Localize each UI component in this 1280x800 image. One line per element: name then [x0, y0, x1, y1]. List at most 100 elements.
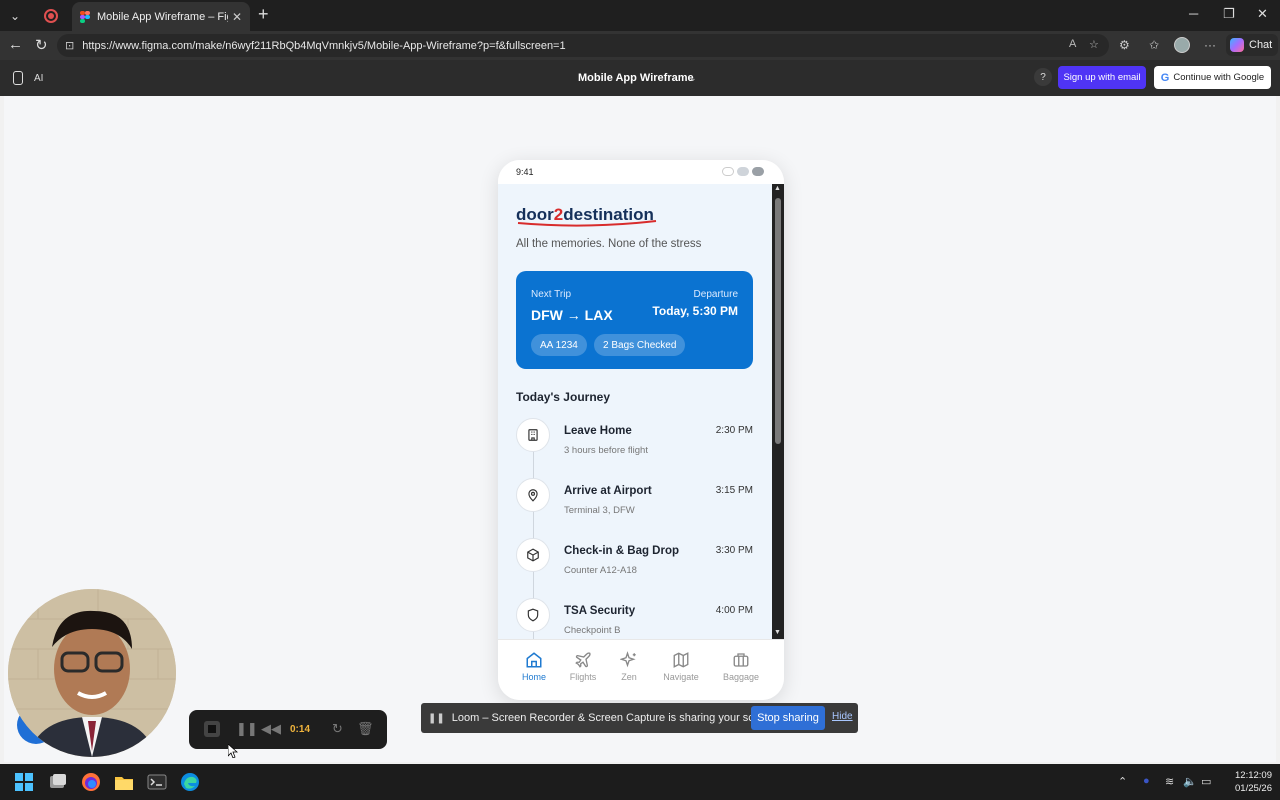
url-field[interactable]: ⊡ https://www.figma.com/make/n6wyf211RbQ… — [57, 34, 1109, 57]
journey-item-time: 3:15 PM — [715, 485, 753, 496]
nav-label: Flights — [569, 672, 597, 682]
read-aloud-icon[interactable]: A — [1069, 38, 1076, 50]
site-info-icon[interactable]: ⊡ — [65, 39, 74, 52]
browser-tab[interactable]: Mobile App Wireframe – Figma M ✕ — [72, 2, 250, 31]
system-clock[interactable]: 12:12:09 01/25/26 — [1222, 769, 1272, 795]
nav-home[interactable]: Home — [509, 650, 559, 682]
profile-avatar[interactable] — [1174, 37, 1190, 53]
journey-title: Today's Journey — [516, 390, 610, 404]
app-screen[interactable]: door2destination All the memories. None … — [498, 184, 772, 646]
scroll-down-icon[interactable]: ▼ — [774, 629, 781, 636]
journey-item[interactable]: Check-in & Bag Drop Counter A12-A18 3:30… — [516, 538, 756, 586]
wifi-icon — [737, 167, 749, 176]
plane-icon — [558, 650, 608, 670]
trip-label: Next Trip — [531, 289, 572, 300]
bottom-navigation: Home Flights Zen Navigate Baggage — [498, 639, 784, 700]
nav-label: Home — [521, 672, 546, 682]
help-button[interactable]: ? — [1034, 68, 1052, 86]
tab-close-icon[interactable]: ✕ — [232, 10, 242, 24]
mouse-cursor-icon — [228, 744, 238, 758]
favorite-star-icon[interactable]: ☆ — [1089, 38, 1099, 51]
briefcase-icon — [716, 650, 766, 670]
copilot-chat-button[interactable]: Chat — [1226, 34, 1279, 56]
scroll-up-icon[interactable]: ▲ — [774, 185, 781, 192]
rewind-icon[interactable]: ◀◀ — [261, 721, 281, 737]
more-menu-icon[interactable]: ··· — [1204, 38, 1216, 52]
status-indicators — [722, 167, 764, 176]
journey-item-title: Arrive at Airport — [564, 485, 652, 497]
next-trip-card[interactable]: Next Trip DFW → LAX Departure Today, 5:3… — [516, 271, 753, 369]
bags-chip: 2 Bags Checked — [594, 334, 686, 356]
restore-icon[interactable]: ❐ — [1223, 6, 1235, 22]
journey-item-title: Leave Home — [564, 425, 632, 437]
share-message: Loom – Screen Recorder & Screen Capture … — [451, 712, 779, 724]
recording-timer: 0:14 — [290, 724, 311, 735]
file-title[interactable]: Mobile App Wireframe — [578, 72, 694, 84]
wifi-tray-icon[interactable]: ≋ — [1165, 775, 1174, 788]
journey-item-subtitle: 3 hours before flight — [564, 445, 648, 456]
battery-icon — [752, 167, 764, 176]
phone-status-bar: 9:41 — [498, 160, 784, 184]
journey-item[interactable]: Leave Home 3 hours before flight 2:30 PM — [516, 418, 756, 466]
reload-icon[interactable]: ↻ — [35, 36, 48, 54]
volume-icon[interactable]: 🔈 — [1183, 775, 1197, 788]
tab-list-button[interactable]: ⌄ — [0, 0, 30, 31]
nav-label: Zen — [621, 672, 637, 682]
nav-navigate[interactable]: Navigate — [656, 650, 706, 682]
url-text: https://www.figma.com/make/n6wyf211RbQb4… — [82, 39, 566, 52]
screen-share-bar: ❚❚ Loom – Screen Recorder & Screen Captu… — [421, 703, 858, 733]
windows-start-icon[interactable] — [14, 772, 34, 792]
new-tab-icon[interactable]: + — [258, 4, 269, 25]
nav-label: Navigate — [663, 672, 699, 682]
webcam-person-image — [8, 589, 176, 757]
stop-sharing-button[interactable]: Stop sharing — [751, 706, 825, 730]
logo-swoosh-icon — [517, 220, 657, 227]
drag-handle-icon[interactable]: ❚❚ — [428, 713, 445, 724]
terminal-icon[interactable] — [147, 772, 167, 792]
journey-item-title: TSA Security — [564, 605, 636, 617]
loom-recorder-controls: ❚❚ ◀◀ 0:14 ↻ 🗑 — [189, 710, 387, 749]
window-close-icon[interactable]: ✕ — [1257, 6, 1268, 22]
battery-tray-icon[interactable]: ▭ — [1201, 775, 1211, 788]
hide-button[interactable]: Hide — [832, 711, 853, 722]
copilot-icon — [1230, 38, 1244, 52]
stop-recording-icon[interactable] — [204, 721, 220, 737]
scroll-thumb[interactable] — [775, 198, 781, 444]
continue-google-button[interactable]: G Continue with Google — [1154, 66, 1271, 89]
chat-label: Chat — [1249, 39, 1273, 51]
back-icon[interactable]: ← — [8, 36, 23, 53]
journey-item-title: Check-in & Bag Drop — [564, 545, 680, 557]
departure-value: Today, 5:30 PM — [652, 304, 738, 318]
firefox-icon[interactable] — [81, 772, 101, 792]
journey-item[interactable]: Arrive at Airport Terminal 3, DFW 3:15 P… — [516, 478, 756, 526]
journey-item-subtitle: Terminal 3, DFW — [564, 505, 635, 516]
signup-email-button[interactable]: Sign up with email — [1058, 66, 1146, 89]
pause-icon[interactable]: ❚❚ — [236, 721, 258, 737]
minimize-icon[interactable]: ─ — [1189, 6, 1198, 21]
task-view-icon[interactable] — [48, 772, 68, 792]
chevron-down-icon[interactable]: ⌄ — [689, 73, 697, 84]
favorites-icon[interactable]: ✩ — [1149, 38, 1159, 52]
flight-chip: AA 1234 — [531, 334, 587, 356]
tray-app-icon[interactable]: ● — [1143, 775, 1150, 787]
figma-menu-icon[interactable] — [13, 71, 23, 85]
journey-item-subtitle: Checkpoint B — [564, 625, 621, 636]
screen-scrollbar[interactable]: ▲ ▼ — [772, 184, 784, 639]
restart-icon[interactable]: ↻ — [332, 721, 343, 737]
trip-route: DFW → LAX — [531, 307, 613, 323]
webcam-bubble[interactable] — [8, 589, 176, 757]
phone-frame: 9:41 door2destination All the memories. … — [498, 160, 784, 700]
journey-item-time: 2:30 PM — [715, 425, 753, 436]
nav-baggage[interactable]: Baggage — [716, 650, 766, 682]
nav-flights[interactable]: Flights — [558, 650, 608, 682]
recording-indicator-icon — [44, 8, 58, 23]
edge-icon[interactable] — [180, 772, 200, 792]
nav-zen[interactable]: Zen — [604, 650, 654, 682]
ai-label[interactable]: AI — [34, 73, 43, 84]
tray-chevron-icon[interactable]: ⌃ — [1118, 775, 1127, 788]
journey-item-time: 3:30 PM — [715, 545, 753, 556]
file-explorer-icon[interactable] — [114, 772, 134, 792]
delete-icon[interactable]: 🗑 — [357, 721, 374, 737]
clock-time: 12:12:09 — [1235, 770, 1272, 781]
extensions-icon[interactable]: ⚙ — [1119, 38, 1130, 52]
